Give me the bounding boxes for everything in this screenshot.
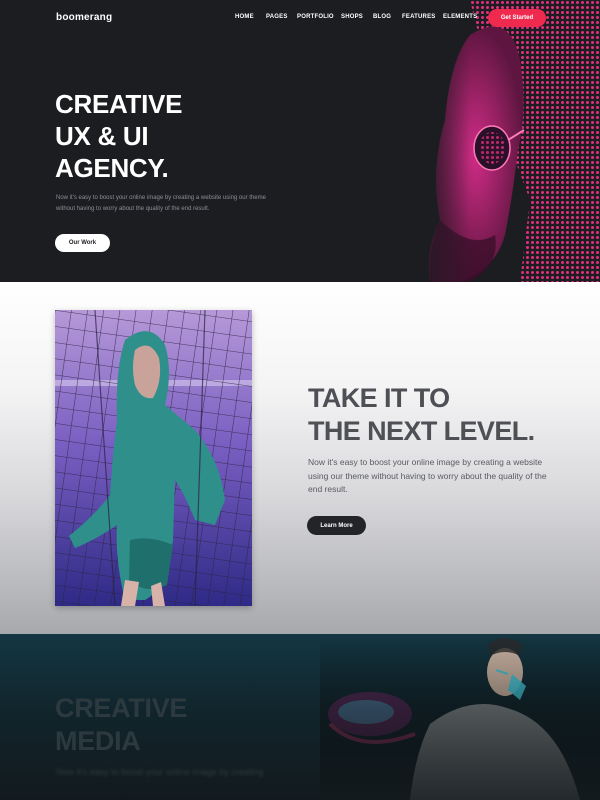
top-navigation: boomerang HOME PAGES PORTFOLIO SHOPS BLO…: [0, 0, 600, 36]
nav-item-portfolio[interactable]: PORTFOLIO: [297, 14, 334, 20]
nav-item-features[interactable]: FEATURES: [402, 14, 436, 20]
nav-item-blog[interactable]: BLOG: [373, 14, 391, 20]
creative-media-title-line: MEDIA: [55, 726, 141, 756]
model-with-net-photo: [55, 310, 252, 606]
learn-more-button[interactable]: Learn More: [307, 516, 366, 535]
nav-item-shops[interactable]: SHOPS: [341, 14, 363, 20]
nav-item-elements[interactable]: ELEMENTS: [443, 14, 477, 20]
logo-text-oo: oo: [62, 12, 75, 23]
our-work-button[interactable]: Our Work: [55, 234, 110, 252]
hero-title-line: CREATIVE: [55, 89, 183, 119]
section-title: TAKE IT TO THE NEXT LEVEL.: [308, 382, 535, 448]
hero-portrait-image: [400, 0, 600, 282]
hero-section: boomerang HOME PAGES PORTFOLIO SHOPS BLO…: [0, 0, 600, 282]
hero-title: CREATIVE UX & UI AGENCY.: [55, 88, 182, 184]
nav-item-pages[interactable]: PAGES: [266, 14, 288, 20]
section-description: Now it's easy to boost your online image…: [308, 457, 547, 494]
get-started-button[interactable]: Get Started: [488, 9, 546, 27]
hero-title-line: AGENCY.: [55, 153, 169, 183]
brand-logo[interactable]: boomerang: [56, 12, 112, 23]
creative-media-image: [320, 634, 600, 800]
nav-item-home[interactable]: HOME: [235, 14, 254, 20]
hero-description: Now it's easy to boost your online image…: [56, 195, 266, 212]
section-title-line: THE NEXT LEVEL.: [308, 416, 535, 446]
logo-text-merang: merang: [74, 12, 113, 23]
hero-title-line: UX & UI: [55, 121, 149, 151]
creative-media-section: CREATIVE MEDIA Now it's easy to boost yo…: [0, 634, 600, 800]
creative-media-title-line: CREATIVE: [55, 693, 188, 723]
creative-media-description: Now it's easy to boost your online image…: [56, 767, 264, 777]
creative-media-title: CREATIVE MEDIA: [55, 692, 187, 758]
section-title-line: TAKE IT TO: [308, 383, 450, 413]
next-level-section: TAKE IT TO THE NEXT LEVEL. Now it's easy…: [0, 282, 600, 634]
